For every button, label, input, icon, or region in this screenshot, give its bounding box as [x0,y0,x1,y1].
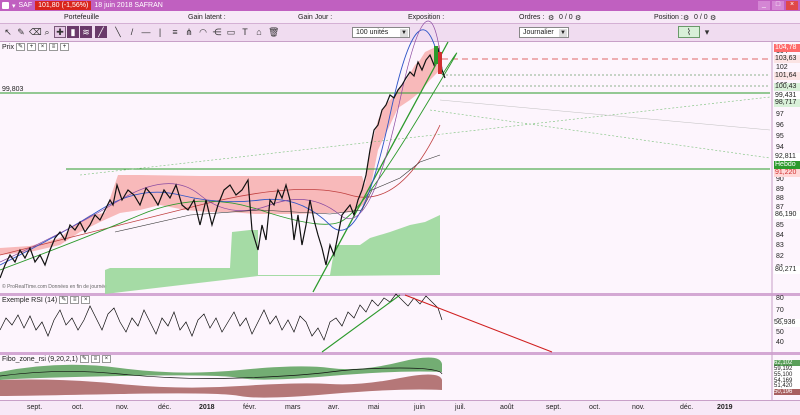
price-tick-label: 84 [776,232,784,239]
time-tick-label: sept. [27,404,43,411]
price-tick-label: 90 [776,176,784,183]
time-tick-label: déc. [680,404,694,411]
price-marker: 86,190 [774,211,800,219]
time-tick-label: févr. [243,404,257,411]
diagonal-grey-line [439,99,771,131]
price-tick-label: 88 [776,195,784,202]
time-tick-label: avr. [328,404,340,411]
trading-app: ▾ SAF 101,80 (-1,56%) 18 juin 2018 SAFRA… [0,0,800,415]
rsi-trendline-up[interactable] [321,294,401,353]
rsi-tick-label: 40 [776,339,784,346]
time-tick-label: oct. [72,404,84,411]
price-marker: 100,43 [774,83,800,91]
time-tick-label: mars [285,404,301,411]
rsi-line [0,293,443,341]
time-tick-label: 2019 [717,404,733,411]
fibo-value-marker: 50,196 [774,389,800,395]
fibo-red-band [0,374,442,398]
price-marker: 91,220 [774,169,800,177]
candle [438,52,442,74]
time-tick-label: mai [368,404,380,411]
time-tick-label: déc. [158,404,172,411]
price-tick-label: 94 [776,144,784,151]
price-tick-label: 102 [776,64,788,71]
chart-canvas[interactable] [0,0,800,400]
price-marker: 80,271 [774,266,800,274]
candle [434,46,438,64]
price-marker: 104,78 [774,44,800,52]
time-tick-label: juin [414,404,425,411]
diagonal-trend-down[interactable] [429,109,771,159]
price-marker: 98,717 [774,99,800,107]
ichimoku-cloud-green [105,215,440,294]
price-tick-label: 87 [776,204,784,211]
price-tick-label: 82 [776,253,784,260]
time-tick-label: nov. [116,404,129,411]
ichimoku-cloud-red [0,45,440,255]
diagonal-trend-up[interactable] [79,96,771,176]
price-marker: Hebdo [774,161,800,169]
rsi-tick-label: 50 [776,329,784,336]
price-marker: 101,64 [774,72,800,80]
time-tick-label: nov. [632,404,645,411]
rsi-trendline-down[interactable] [404,294,553,353]
time-tick-label: sept. [546,404,562,411]
rsi-tick-label: 80 [776,295,784,302]
price-tick-label: 96 [776,122,784,129]
price-tick-label: 97 [776,111,784,118]
price-tick-label: 85 [776,222,784,229]
price-tick-label: 83 [776,242,784,249]
time-axis[interactable]: sept. oct. nov. déc. 2018 févr. mars avr. mai jui… [0,400,800,415]
rsi-value-marker: 56,936 [774,319,800,327]
time-tick-label: 2018 [199,404,215,411]
rsi-tick-label: 70 [776,307,784,314]
price-marker: 92,811 [774,153,800,161]
price-marker: 103,63 [774,55,800,63]
time-tick-label: juil. [455,404,466,411]
price-tick-label: 95 [776,133,784,140]
time-tick-label: oct. [589,404,601,411]
time-tick-label: août [500,404,514,411]
price-tick-label: 89 [776,186,784,193]
